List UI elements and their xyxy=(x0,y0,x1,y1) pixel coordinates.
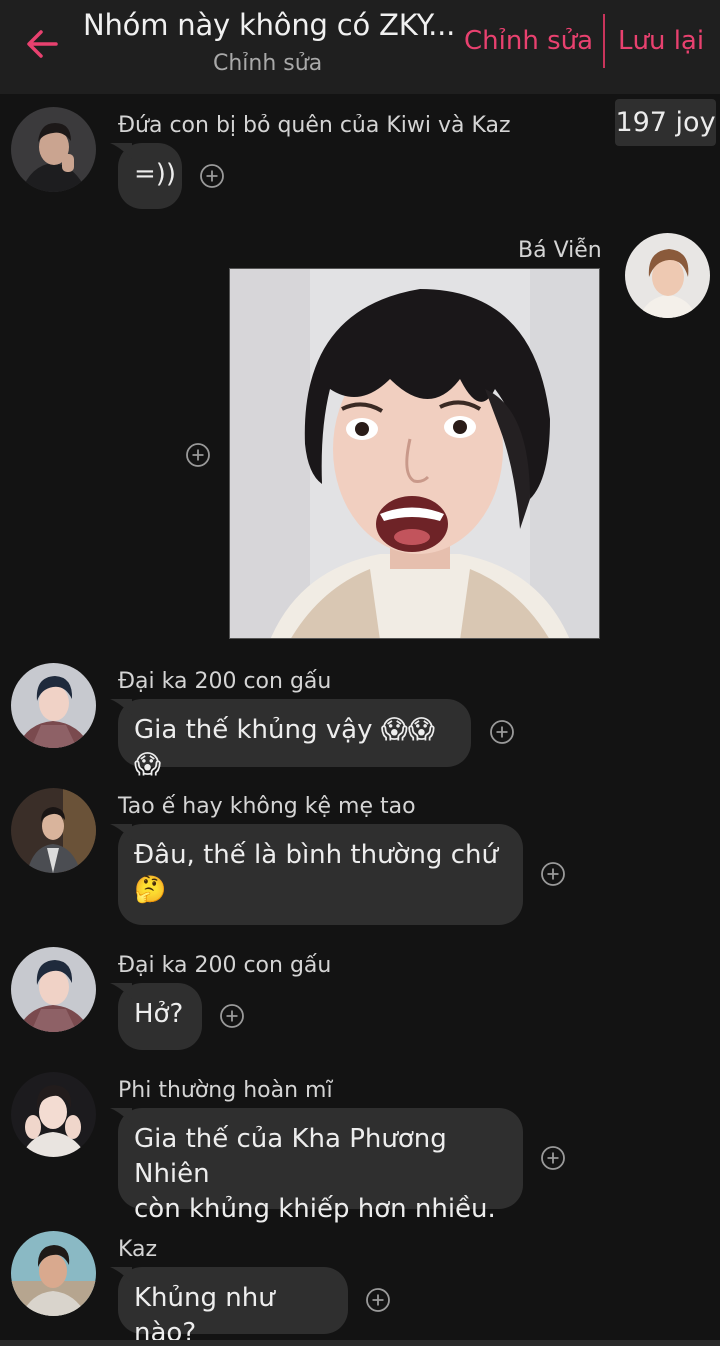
avatar[interactable] xyxy=(11,1072,96,1157)
message-text-line: 🤔 xyxy=(134,875,167,905)
sender-name: Bá Viễn xyxy=(518,238,602,263)
sender-name: Đại ka 200 con gấu xyxy=(118,953,332,978)
avatar[interactable] xyxy=(625,233,710,318)
group-subtitle[interactable]: Chỉnh sửa xyxy=(213,51,322,76)
plus-circle-icon[interactable] xyxy=(185,442,211,468)
save-button[interactable]: Lưu lại xyxy=(618,26,704,56)
message-text: Hở? xyxy=(134,999,184,1029)
edit-button[interactable]: Chỉnh sửa xyxy=(464,26,593,56)
sender-name: Đại ka 200 con gấu xyxy=(118,669,332,694)
surprised-face-photo xyxy=(230,269,599,638)
joy-badge: 197 joy xyxy=(615,99,716,146)
plus-circle-icon[interactable] xyxy=(540,1145,566,1171)
chat-header: Nhóm này không có ZKY... Chỉnh sửa Chỉnh… xyxy=(0,0,720,94)
header-divider xyxy=(603,14,605,68)
arrow-left-icon[interactable] xyxy=(22,24,62,64)
avatar[interactable] xyxy=(11,947,96,1032)
message-text: =)) xyxy=(134,159,177,189)
message-bubble[interactable]: Gia thế của Kha Phương Nhiên còn khủng k… xyxy=(110,1108,523,1224)
bottom-divider xyxy=(0,1340,720,1346)
plus-circle-icon[interactable] xyxy=(489,719,515,745)
plus-circle-icon[interactable] xyxy=(540,861,566,887)
message-bubble[interactable]: Gia thế khủng vậy 😱😱😱 xyxy=(110,699,471,780)
avatar[interactable] xyxy=(11,788,96,873)
sender-name: Đứa con bị bỏ quên của Kiwi và Kaz xyxy=(118,113,511,138)
message-bubble[interactable]: Khủng như nào? xyxy=(110,1267,348,1346)
avatar[interactable] xyxy=(11,107,96,192)
message-text-line: còn khủng khiếp hơn nhiều. xyxy=(134,1194,496,1224)
avatar[interactable] xyxy=(11,1231,96,1316)
group-title[interactable]: Nhóm này không có ZKY... xyxy=(83,8,458,42)
chat-screen: Nhóm này không có ZKY... Chỉnh sửa Chỉnh… xyxy=(0,0,720,1346)
message-text-line: Đâu, thế là bình thường chứ xyxy=(134,840,498,870)
plus-circle-icon[interactable] xyxy=(219,1003,245,1029)
message-bubble[interactable]: =)) xyxy=(110,143,182,209)
message-bubble[interactable]: Đâu, thế là bình thường chứ 🤔 xyxy=(110,824,523,925)
plus-circle-icon[interactable] xyxy=(365,1287,391,1313)
sender-name: Phi thường hoàn mĩ xyxy=(118,1078,333,1103)
message-bubble[interactable]: Hở? xyxy=(110,983,202,1050)
message-text: Khủng như nào? xyxy=(134,1283,275,1346)
image-message[interactable] xyxy=(229,268,600,639)
message-text-line: Gia thế của Kha Phương Nhiên xyxy=(134,1124,447,1189)
avatar[interactable] xyxy=(11,663,96,748)
plus-circle-icon[interactable] xyxy=(199,163,225,189)
sender-name: Tao ế hay không kệ mẹ tao xyxy=(118,794,416,819)
sender-name: Kaz xyxy=(118,1237,158,1262)
message-text: Gia thế khủng vậy 😱😱😱 xyxy=(134,715,435,780)
